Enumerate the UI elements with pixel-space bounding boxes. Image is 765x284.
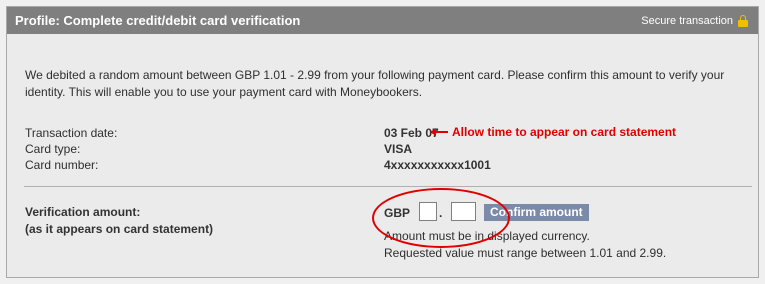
amount-decimal-input[interactable] [451, 202, 476, 221]
amount-whole-input[interactable] [419, 202, 437, 221]
secure-transaction-label: Secure transaction [641, 15, 733, 27]
card-number-value: 4xxxxxxxxxxx1001 [384, 158, 491, 172]
decimal-separator: . [439, 206, 443, 220]
confirm-amount-button[interactable]: Confirm amount [484, 204, 589, 221]
panel-header: Profile: Complete credit/debit card veri… [7, 7, 758, 34]
annotation-text: Allow time to appear on card statement [452, 125, 677, 139]
card-number-label: Card number: [25, 158, 99, 172]
left-arrow-icon [430, 128, 448, 136]
hint-range: Requested value must range between 1.01 … [384, 246, 667, 260]
intro-text: We debited a random amount between GBP 1… [25, 68, 725, 99]
card-type-label: Card type: [25, 142, 81, 156]
annotation-note: Allow time to appear on card statement [430, 125, 676, 139]
section-divider [24, 186, 752, 187]
verification-amount-sublabel: (as it appears on card statement) [25, 222, 214, 236]
verification-panel: Profile: Complete credit/debit card veri… [6, 6, 759, 278]
card-type-value: VISA [384, 142, 413, 156]
secure-transaction: Secure transaction [641, 15, 748, 27]
currency-label: GBP [384, 206, 411, 220]
verification-amount-label: Verification amount: [25, 205, 141, 219]
hint-currency: Amount must be in displayed currency. [384, 229, 590, 243]
transaction-date-label: Transaction date: [25, 126, 118, 140]
page-title: Profile: Complete credit/debit card veri… [15, 13, 301, 28]
lock-icon [738, 15, 748, 27]
